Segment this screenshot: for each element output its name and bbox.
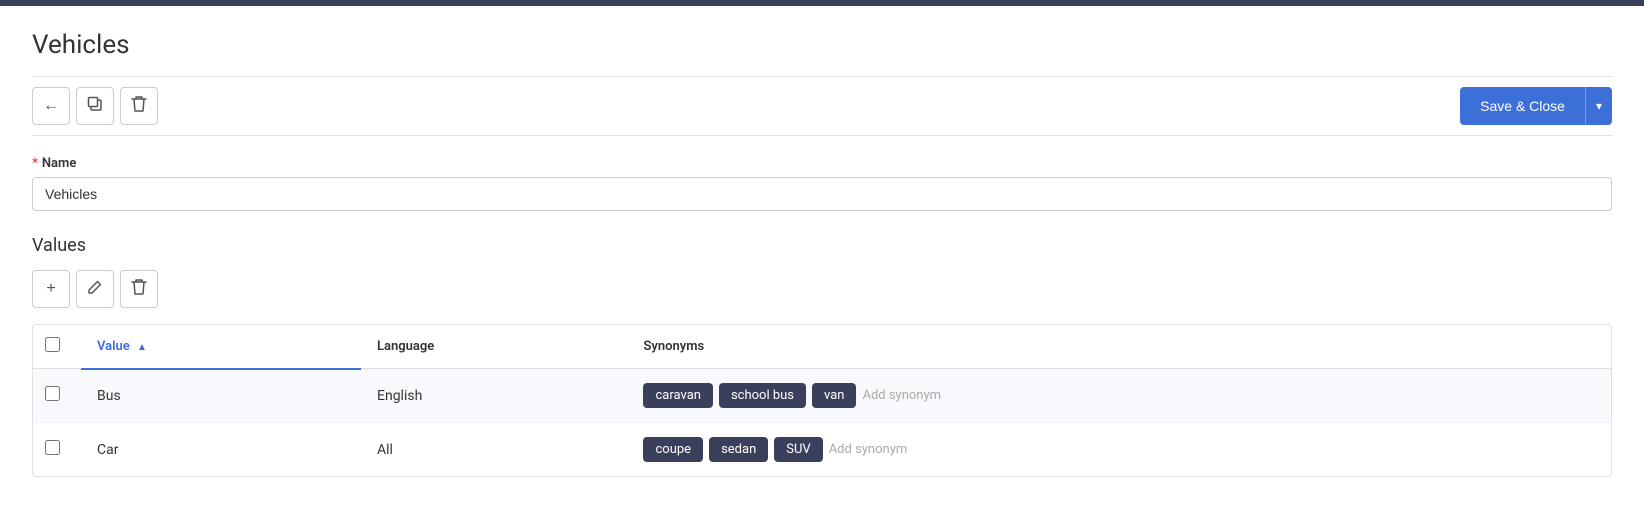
save-close-dropdown-button[interactable]: ▾ xyxy=(1585,87,1612,125)
copy-icon xyxy=(87,96,103,117)
plus-icon: + xyxy=(46,280,55,298)
values-title: Values xyxy=(32,235,1612,256)
row-synonyms: coupesedanSUV Add synonym xyxy=(627,423,1611,477)
edit-value-button[interactable] xyxy=(76,270,114,308)
required-star: * xyxy=(32,156,38,171)
header-language: Language xyxy=(361,325,627,369)
main-toolbar: ← Save & Close xyxy=(32,76,1612,136)
row-synonyms: caravan school busvan Add synonym xyxy=(627,369,1611,423)
row-value: Bus xyxy=(81,369,361,423)
name-field-section: *Name xyxy=(32,156,1612,211)
values-section: Values + xyxy=(32,235,1612,477)
delete-value-button[interactable] xyxy=(120,270,158,308)
row-checkbox-cell xyxy=(33,369,81,423)
save-close-button[interactable]: Save & Close xyxy=(1460,87,1585,125)
save-close-group: Save & Close ▾ xyxy=(1460,87,1612,125)
header-value[interactable]: Value ▲ xyxy=(81,325,361,369)
add-synonym-link[interactable]: Add synonym xyxy=(862,388,941,403)
row-checkbox-0[interactable] xyxy=(45,386,60,401)
name-label: *Name xyxy=(32,156,1612,171)
chevron-down-icon: ▾ xyxy=(1596,99,1602,113)
table-body: BusEnglish caravan school busvan Add synony… xyxy=(33,369,1611,477)
synonym-chip[interactable]: coupe xyxy=(643,437,703,462)
table-header: Value ▲ Language Synonyms xyxy=(33,325,1611,369)
page-title: Vehicles xyxy=(32,30,1612,60)
values-table-container: Value ▲ Language Synonyms BusEnglishcara… xyxy=(32,324,1612,477)
table-row: CarAll coupesedanSUV Add synonym xyxy=(33,423,1611,477)
row-value: Car xyxy=(81,423,361,477)
header-checkbox-cell xyxy=(33,325,81,369)
row-language: All xyxy=(361,423,627,477)
header-synonyms: Synonyms xyxy=(627,325,1611,369)
select-all-checkbox[interactable] xyxy=(45,337,60,352)
values-toolbar: + xyxy=(32,270,1612,308)
delete-icon xyxy=(131,95,147,118)
copy-button[interactable] xyxy=(76,87,114,125)
table-row: BusEnglish caravan school busvan Add synony… xyxy=(33,369,1611,423)
page-content: Vehicles ← xyxy=(0,6,1644,525)
values-table: Value ▲ Language Synonyms BusEnglishcara… xyxy=(33,325,1611,476)
synonym-chip[interactable]: school bus xyxy=(719,383,806,408)
back-button[interactable]: ← xyxy=(32,87,70,125)
name-input[interactable] xyxy=(32,177,1612,211)
sort-asc-icon: ▲ xyxy=(137,342,147,353)
synonym-chip[interactable]: caravan xyxy=(643,383,712,408)
delete-button[interactable] xyxy=(120,87,158,125)
row-checkbox-cell xyxy=(33,423,81,477)
add-value-button[interactable]: + xyxy=(32,270,70,308)
edit-icon xyxy=(87,279,103,300)
row-language: English xyxy=(361,369,627,423)
synonym-chip[interactable]: SUV xyxy=(774,437,822,462)
toolbar-left-group: ← xyxy=(32,87,158,125)
delete-value-icon xyxy=(131,278,147,301)
synonym-chip[interactable]: sedan xyxy=(709,437,768,462)
add-synonym-link[interactable]: Add synonym xyxy=(829,442,908,457)
synonym-chip[interactable]: van xyxy=(812,383,856,408)
back-icon: ← xyxy=(43,97,59,115)
row-checkbox-1[interactable] xyxy=(45,440,60,455)
